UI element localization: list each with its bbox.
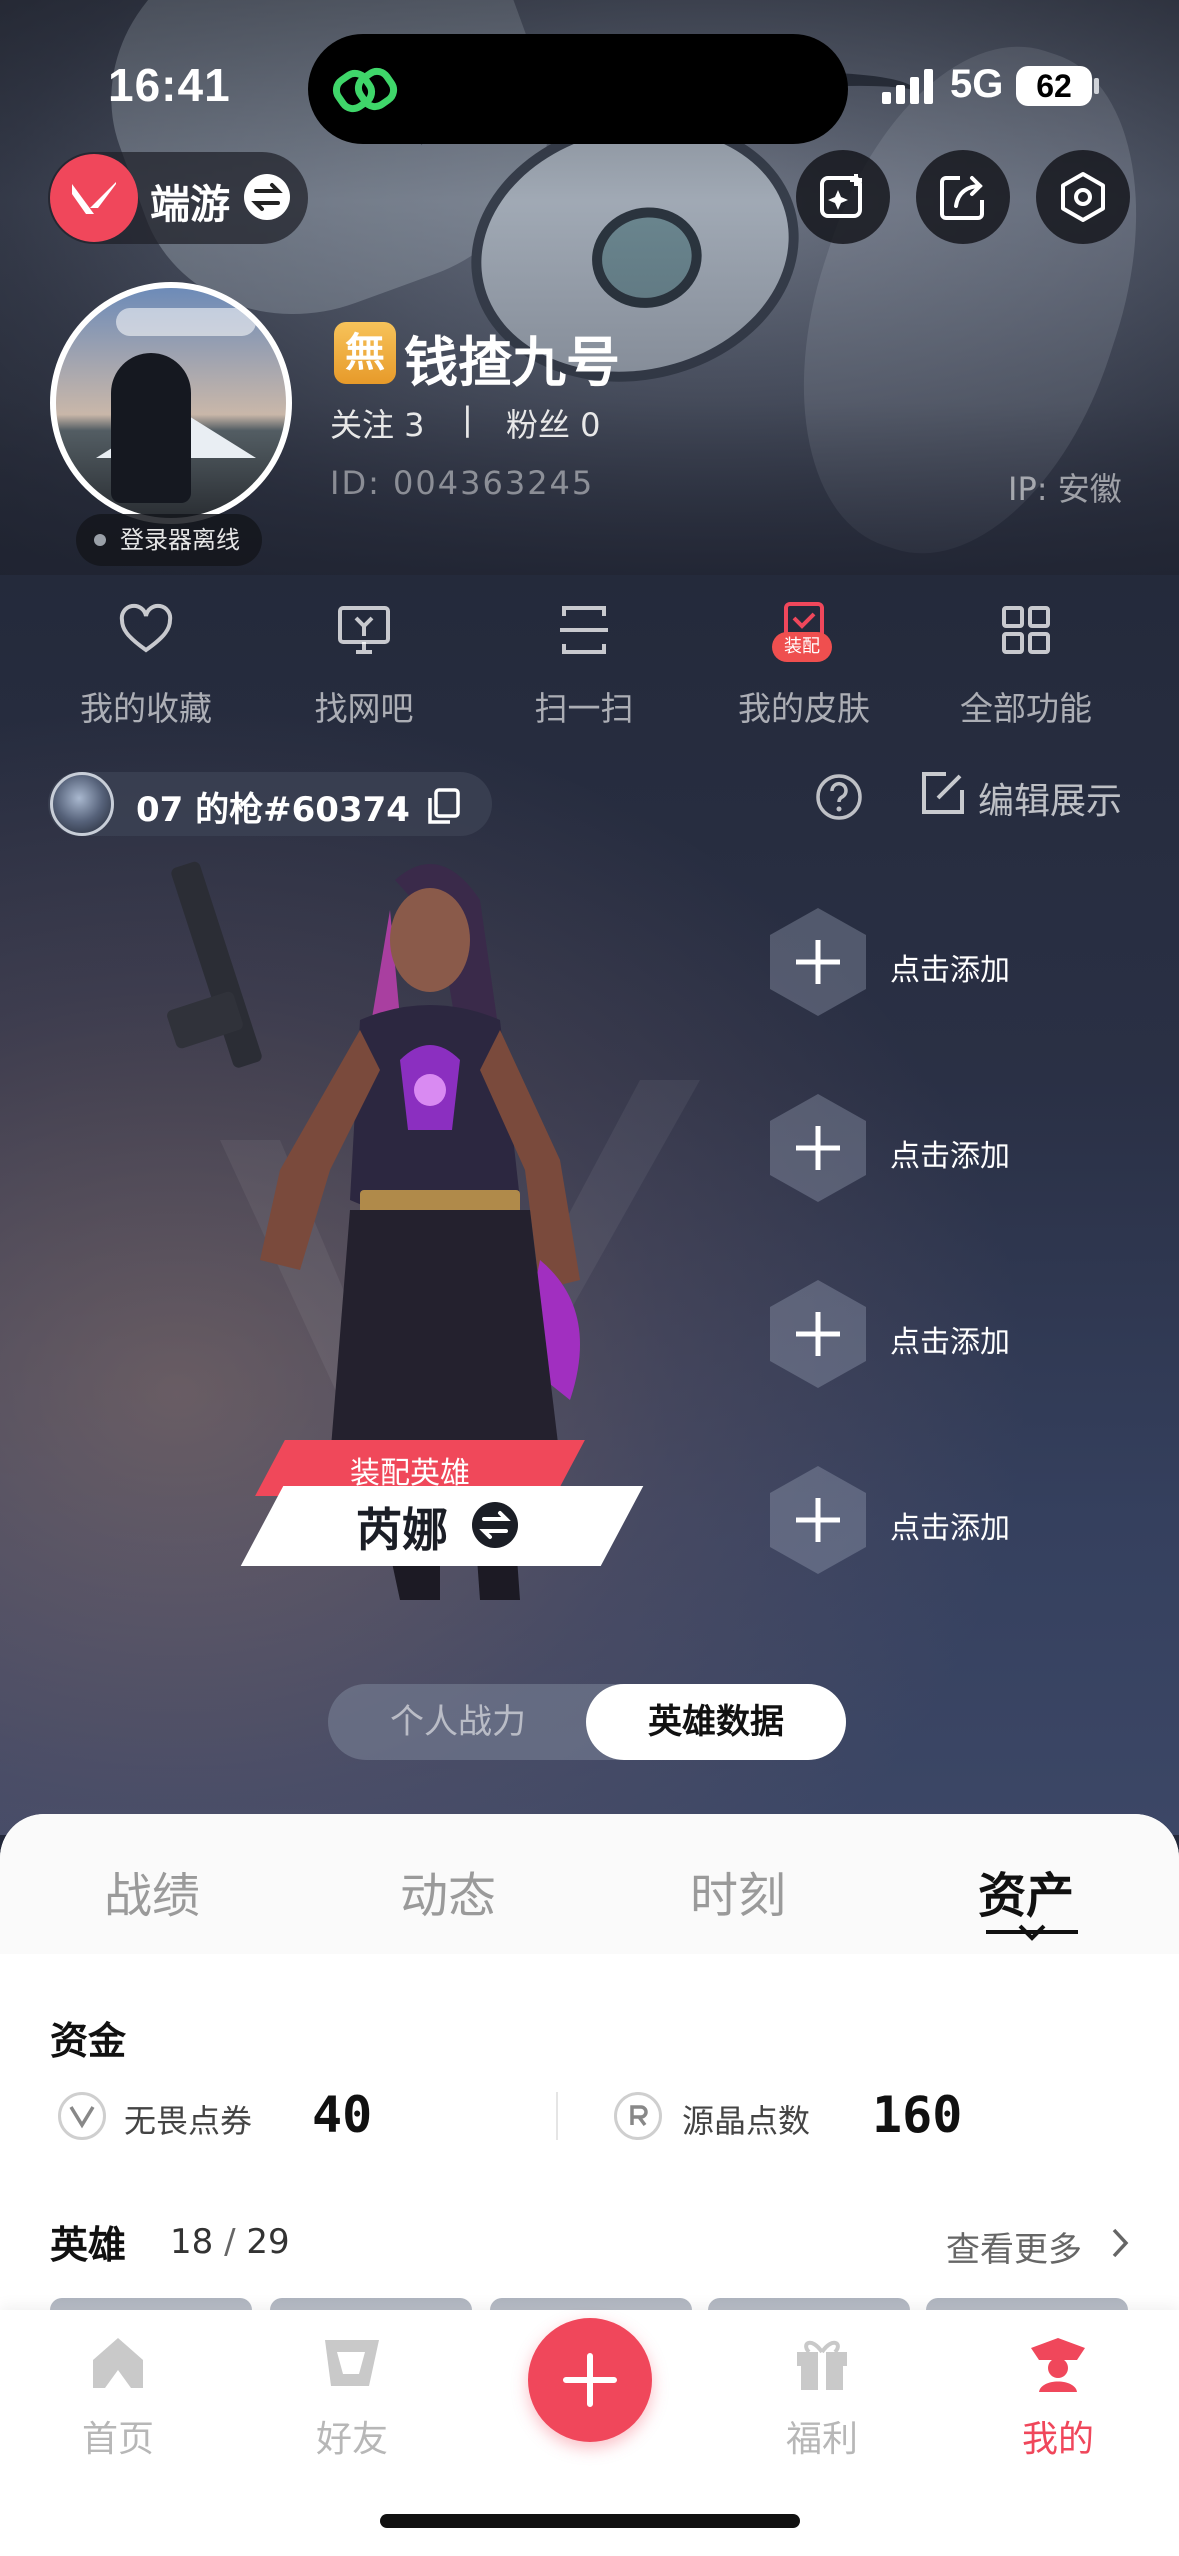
user-id: ID: 004363245 <box>330 464 595 502</box>
ip-location: IP: 安徽 <box>1008 470 1122 508</box>
tabbar-gifts[interactable]: 福利 <box>732 2330 912 2462</box>
plus-icon <box>563 2353 617 2407</box>
follow-separator: | <box>462 400 473 438</box>
title-badge: 無 <box>334 322 396 384</box>
quick-action-label: 我的皮肤 <box>738 689 870 728</box>
funds-divider <box>556 2092 558 2140</box>
quick-action-scan[interactable]: 扫一扫 <box>484 600 684 730</box>
home-indicator <box>380 2514 800 2528</box>
settings-button[interactable] <box>1036 150 1130 244</box>
quick-action-all[interactable]: 全部功能 <box>926 600 1126 730</box>
equipped-tag: 装配 <box>772 632 832 662</box>
valorant-logo-icon <box>50 154 138 242</box>
copy-icon[interactable] <box>424 786 464 826</box>
heroes-owned: 18 <box>170 2222 214 2262</box>
view-more-link[interactable]: 查看更多 <box>946 2222 1082 2271</box>
tab-moments[interactable]: 时刻 <box>690 1856 786 1926</box>
heroes-title: 英雄 <box>50 2223 127 2267</box>
add-slot-label: 点击添加 <box>890 1325 1010 1360</box>
tabbar-label: 我的 <box>1021 2419 1094 2460</box>
share-button[interactable] <box>916 150 1010 244</box>
scan-icon <box>560 606 608 654</box>
add-slot-label: 点击添加 <box>890 1139 1010 1174</box>
quick-action-label: 找网吧 <box>314 689 414 728</box>
status-dot <box>94 534 106 546</box>
app-switcher-label: 端游 <box>150 182 230 228</box>
edit-icon[interactable] <box>918 768 968 818</box>
tabbar-label: 福利 <box>785 2419 858 2460</box>
quick-action-favorites[interactable]: 我的收藏 <box>46 600 246 730</box>
add-slot-button[interactable] <box>766 1092 870 1204</box>
heroes-count: 18 / 29 <box>170 2222 290 2262</box>
tabbar-label: 好友 <box>315 2419 388 2460</box>
heroes-total: 29 <box>246 2222 290 2262</box>
post-image-button[interactable] <box>796 150 890 244</box>
tabbar-friends[interactable]: 好友 <box>262 2330 442 2462</box>
quick-action-label: 全部功能 <box>960 689 1092 728</box>
quick-action-skins[interactable]: 我的皮肤 <box>704 600 904 730</box>
battery-level: 62 <box>1016 66 1092 106</box>
me-icon <box>1031 2338 1085 2392</box>
funds-title: 资金 <box>50 2019 127 2063</box>
tabbar-label: 首页 <box>81 2419 154 2460</box>
radianite-icon <box>614 2092 662 2140</box>
heroes-count-slash: / <box>213 2222 247 2262</box>
add-slot-label: 点击添加 <box>890 953 1010 988</box>
radianite-value: 160 <box>872 2086 963 2144</box>
active-tab-indicator <box>986 1924 1078 1941</box>
network-type: 5G <box>950 62 1004 106</box>
radianite-label: 源晶点数 <box>682 2102 811 2140</box>
help-icon[interactable] <box>812 770 866 824</box>
game-account-name: 07 的枪#60374 <box>136 790 410 830</box>
segment-hero-data[interactable]: 英雄数据 <box>586 1684 846 1760</box>
swap-agent-icon[interactable] <box>472 1502 518 1548</box>
quick-action-netbar[interactable]: 找网吧 <box>264 600 464 730</box>
monitor-icon <box>338 606 390 654</box>
nickname: 钱揸九号 <box>404 331 620 394</box>
tabbar-home[interactable]: 首页 <box>28 2330 208 2462</box>
home-icon <box>93 2338 143 2388</box>
agent-name: 芮娜 <box>356 1503 448 1557</box>
friends-icon <box>325 2340 379 2386</box>
link-app-icon <box>332 67 398 113</box>
edit-display-button[interactable]: 编辑展示 <box>978 772 1122 824</box>
tab-assets[interactable]: 资产 <box>978 1856 1074 1926</box>
add-slot-button[interactable] <box>766 1464 870 1576</box>
image-edit-icon <box>820 174 862 218</box>
add-slot-label: 点击添加 <box>890 1511 1010 1546</box>
add-slot-button[interactable] <box>766 906 870 1018</box>
gift-icon <box>797 2340 847 2390</box>
add-slot-button[interactable] <box>766 1278 870 1390</box>
segment-personal-power[interactable]: 个人战力 <box>328 1684 588 1760</box>
share-icon <box>940 176 984 220</box>
status-time: 16:41 <box>108 59 231 111</box>
battery-tip <box>1094 78 1099 94</box>
grid-icon <box>1002 606 1050 654</box>
tab-feed[interactable]: 动态 <box>400 1856 496 1926</box>
swap-icon <box>244 174 290 220</box>
tab-record[interactable]: 战绩 <box>104 1856 200 1926</box>
following-count[interactable]: 关注 3 <box>330 400 425 446</box>
create-post-button[interactable] <box>528 2318 652 2442</box>
game-avatar <box>50 772 114 836</box>
quick-action-label: 我的收藏 <box>80 689 212 728</box>
fans-count[interactable]: 粉丝 0 <box>506 400 601 446</box>
chevron-right-icon <box>1112 2228 1129 2258</box>
vp-value: 40 <box>312 2086 373 2144</box>
tabbar-me[interactable]: 我的 <box>968 2330 1148 2462</box>
vp-label: 无畏点券 <box>124 2102 253 2140</box>
gear-icon <box>1061 172 1105 222</box>
signal-icon <box>882 69 933 104</box>
quick-action-label: 扫一扫 <box>534 689 634 728</box>
vp-icon <box>58 2092 106 2140</box>
avatar[interactable] <box>50 282 292 524</box>
heart-icon <box>119 603 173 653</box>
